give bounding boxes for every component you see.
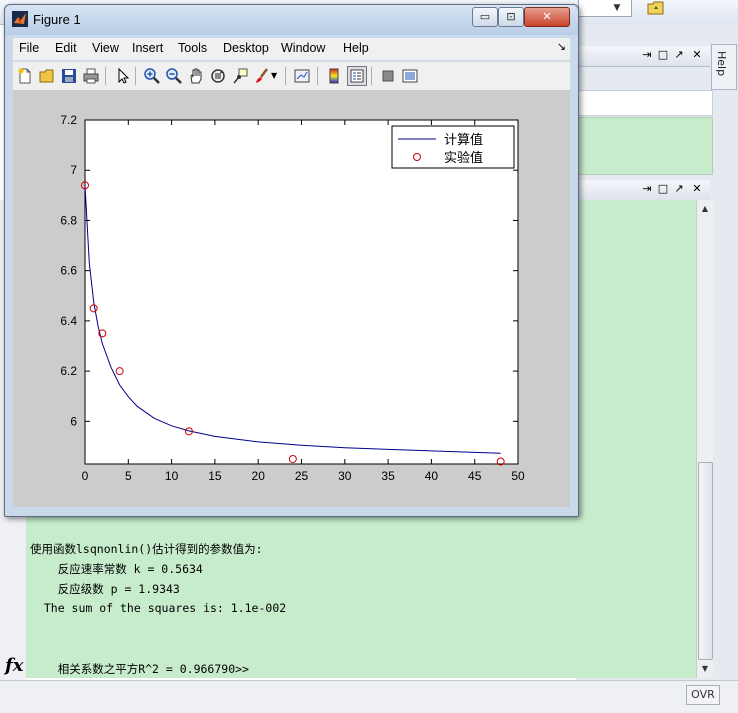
x-tick-label: 25 [295, 469, 309, 483]
scroll-down-icon[interactable]: ▼ [697, 662, 713, 676]
brush-icon[interactable] [253, 67, 271, 85]
workspace-content [578, 117, 713, 175]
panel-undock-icon[interactable]: ⇥ [640, 182, 654, 196]
browse-folder-icon[interactable] [647, 0, 665, 16]
command-history-header: ⇥ □ ↗ ✕ [576, 180, 710, 201]
menu-desktop[interactable]: Desktop [223, 41, 269, 55]
command-output-line: 反应速率常数 k = 0.5634 [30, 562, 203, 576]
menu-file[interactable]: File [19, 41, 39, 55]
toolbar-separator [371, 67, 372, 85]
x-tick-label: 30 [338, 469, 352, 483]
save-icon[interactable] [60, 67, 78, 85]
x-tick-label: 15 [208, 469, 222, 483]
figure-canvas[interactable]: 0 5 10 15 20 25 30 35 40 45 50 6 6.2 6.4 6.6 6.8 7 7.2 计算值… [13, 90, 570, 507]
figure-window[interactable]: Figure 1 ▭ ⊡ ✕ File Edit View Insert Too… [4, 4, 579, 517]
restore-button[interactable]: ⊡ [498, 7, 524, 27]
link-plot-icon[interactable] [293, 67, 311, 85]
zoom-out-icon[interactable] [165, 67, 183, 85]
panel-maximize-icon[interactable]: □ [656, 182, 670, 196]
y-tick-label: 6.8 [60, 213, 77, 227]
show-plot-tools-icon[interactable] [401, 67, 419, 85]
panel-close-icon[interactable]: ✕ [690, 182, 704, 196]
toolbar-separator [317, 67, 318, 85]
menu-help[interactable]: Help [343, 41, 369, 55]
x-tick-label: 5 [125, 469, 132, 483]
pointer-icon[interactable] [113, 67, 131, 85]
menu-window[interactable]: Window [281, 41, 325, 55]
data-cursor-icon[interactable] [231, 67, 249, 85]
close-button[interactable]: ✕ [524, 7, 570, 27]
plot-svg[interactable]: 0 5 10 15 20 25 30 35 40 45 50 6 6.2 6.4 6.6 6.8 7 7.2 计算值… [13, 90, 570, 507]
y-tick-label: 7 [70, 163, 77, 177]
legend-label: 实验值 [444, 150, 483, 166]
workspace-header: ⇥ □ ↗ ✕ [576, 46, 710, 67]
figure-toolbar: ▼ [13, 61, 570, 91]
command-output-line: The sum of the squares is: 1.1e-002 [30, 601, 287, 615]
menubar-dock-icon[interactable]: ↘ [557, 40, 566, 53]
y-tick-label: 6 [70, 414, 77, 428]
panel-popout-icon[interactable]: ↗ [672, 182, 686, 196]
command-output-line: 使用函数lsqnonlin()估计得到的参数值为: [30, 542, 263, 556]
status-bar [0, 680, 738, 713]
command-prompt-line[interactable]: 相关系数之平方R^2 = 0.966790>> [30, 661, 249, 677]
x-tick-label: 0 [82, 469, 89, 483]
brush-dropdown-icon[interactable]: ▼ [271, 67, 281, 85]
toolbar-separator [285, 67, 286, 85]
pan-icon[interactable] [187, 67, 205, 85]
plot-axes-box [84, 119, 519, 465]
menu-edit[interactable]: Edit [55, 41, 77, 55]
toolbar-separator [135, 67, 136, 85]
x-tick-label: 10 [165, 469, 179, 483]
hide-plot-tools-icon[interactable] [379, 67, 397, 85]
colorbar-icon[interactable] [325, 67, 343, 85]
rotate-3d-icon[interactable] [209, 67, 227, 85]
panel-maximize-icon[interactable]: □ [656, 48, 670, 62]
print-icon[interactable] [82, 67, 100, 85]
toolbar-separator [105, 67, 106, 85]
command-output-line: 反应级数 p = 1.9343 [30, 582, 180, 596]
panel-close-icon[interactable]: ✕ [690, 48, 704, 62]
scroll-thumb[interactable] [698, 462, 713, 660]
help-tab-label: Help [715, 51, 728, 77]
help-tab[interactable]: Help [711, 44, 737, 90]
y-tick-label: 6.2 [60, 364, 77, 378]
panel-undock-icon[interactable]: ⇥ [640, 48, 654, 62]
minimize-button[interactable]: ▭ [472, 7, 498, 27]
zoom-in-icon[interactable] [143, 67, 161, 85]
function-browser-icon[interactable]: fx [5, 655, 23, 676]
panel-popout-icon[interactable]: ↗ [672, 48, 686, 62]
x-tick-label: 20 [252, 469, 266, 483]
figure-title: Figure 1 [33, 12, 81, 27]
legend-label: 计算值 [444, 132, 483, 148]
chevron-down-icon[interactable]: ▼ [610, 1, 624, 15]
x-tick-label: 45 [468, 469, 482, 483]
figure-menubar: File Edit View Insert Tools Desktop Wind… [13, 38, 570, 60]
menu-view[interactable]: View [92, 41, 119, 55]
x-tick-label: 40 [425, 469, 439, 483]
workspace-area [578, 90, 713, 116]
y-tick-label: 7.2 [60, 113, 77, 127]
new-figure-icon[interactable] [16, 67, 34, 85]
menu-insert[interactable]: Insert [132, 41, 163, 55]
overwrite-indicator: OVR [686, 685, 720, 705]
matlab-logo-icon [12, 11, 28, 27]
x-tick-label: 50 [511, 469, 525, 483]
y-tick-label: 6.4 [60, 314, 77, 328]
command-scrollbar[interactable]: ▲ ▼ [696, 200, 713, 678]
x-tick-label: 35 [381, 469, 395, 483]
legend-icon[interactable] [347, 66, 367, 86]
scroll-up-icon[interactable]: ▲ [697, 202, 713, 216]
figure-titlebar[interactable]: Figure 1 ▭ ⊡ ✕ [5, 5, 578, 35]
open-icon[interactable] [38, 67, 56, 85]
menu-tools[interactable]: Tools [178, 41, 207, 55]
y-tick-label: 6.6 [60, 264, 77, 278]
